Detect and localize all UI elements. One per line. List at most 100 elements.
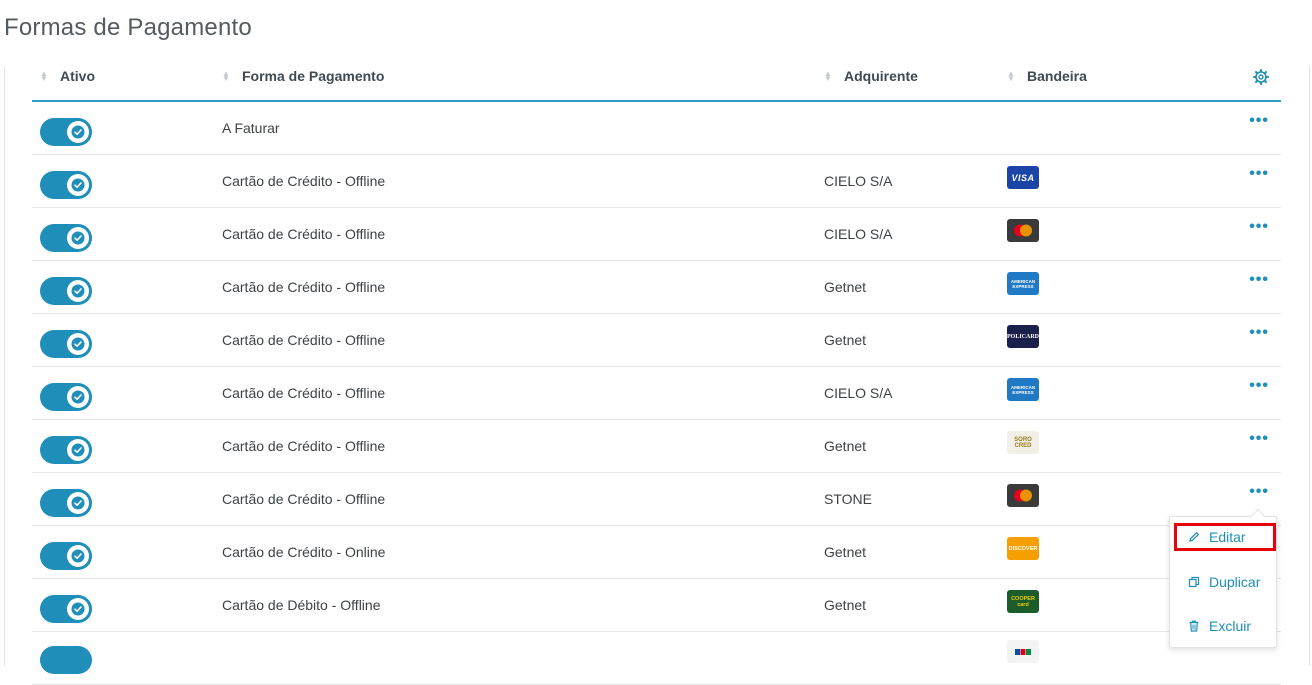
more-actions-icon[interactable]: ••• [1249, 272, 1269, 288]
check-icon [71, 390, 85, 404]
card-brand-logo: AMERICAN EXPRESS [1007, 272, 1039, 295]
header-bandeira[interactable]: ▲ ▼ Bandeira [1007, 68, 1087, 84]
toggle-knob [67, 386, 89, 408]
cell-forma-pagamento: Cartão de Crédito - Online [222, 544, 386, 560]
active-toggle[interactable] [40, 489, 92, 517]
cell-forma-pagamento: Cartão de Crédito - Offline [222, 279, 386, 295]
cell-adquirente: CIELO S/A [824, 226, 893, 242]
cell-forma-pagamento: Cartão de Crédito - Offline [222, 491, 386, 507]
menu-item-editar[interactable]: Editar [1174, 523, 1276, 551]
table-row: A Faturar ••• [32, 102, 1281, 155]
toggle-knob [67, 333, 89, 355]
cell-forma-pagamento: Cartão de Crédito - Offline [222, 438, 386, 454]
more-actions-icon[interactable]: ••• [1249, 219, 1269, 235]
toggle-knob [67, 227, 89, 249]
header-forma[interactable]: ▲ ▼ Forma de Pagamento [222, 68, 384, 84]
cell-adquirente: Getnet [824, 332, 867, 348]
row-actions-menu: Editar Duplicar Excluir [1169, 508, 1277, 648]
sort-icon: ▲ ▼ [1007, 69, 1015, 83]
copy-icon [1188, 576, 1200, 588]
sort-icon: ▲ ▼ [222, 69, 230, 83]
card-brand-logo: POLICARD [1007, 325, 1039, 348]
menu-item-label: Editar [1209, 529, 1246, 545]
table-row: Cartão de Crédito - Online Getnet DISCOVER… [32, 526, 1281, 579]
cell-adquirente: Getnet [824, 544, 867, 560]
card-brand-logo: COOPER card [1007, 590, 1039, 613]
more-actions-icon[interactable]: ••• [1249, 484, 1269, 500]
payment-methods-table: ▲ ▼ Ativo ▲ ▼ Forma de Pagamento ▲ ▼ Adquir… [32, 56, 1281, 685]
table-row: Cartão de Crédito - Offline CIELO S/A ••• [32, 208, 1281, 261]
check-icon [71, 549, 85, 563]
cell-forma-pagamento: A Faturar [222, 120, 280, 136]
header-ativo[interactable]: ▲ ▼ Ativo [40, 68, 95, 84]
card-brand-logo [1007, 484, 1039, 507]
cell-adquirente: CIELO S/A [824, 173, 893, 189]
active-toggle[interactable] [40, 118, 92, 146]
toggle-knob [67, 598, 89, 620]
header-adquirente[interactable]: ▲ ▼ Adquirente [824, 68, 918, 84]
menu-item-label: Excluir [1209, 618, 1252, 634]
more-actions-icon[interactable]: ••• [1249, 378, 1269, 394]
toggle-knob [67, 121, 89, 143]
more-actions-icon[interactable]: ••• [1249, 113, 1269, 129]
cell-forma-pagamento: Cartão de Crédito - Offline [222, 173, 386, 189]
cell-adquirente: Getnet [824, 597, 867, 613]
toggle-knob [67, 545, 89, 567]
more-actions-icon[interactable]: ••• [1249, 431, 1269, 447]
check-icon [71, 337, 85, 351]
card-brand-logo [1007, 219, 1039, 242]
active-toggle[interactable] [40, 383, 92, 411]
cell-forma-pagamento: Cartão de Débito - Offline [222, 597, 381, 613]
cell-adquirente: Getnet [824, 438, 867, 454]
toggle-knob [67, 280, 89, 302]
active-toggle[interactable] [40, 330, 92, 358]
card-brand-logo: VISA [1007, 166, 1039, 189]
table-row: Cartão de Crédito - Offline STONE ••• [32, 473, 1281, 526]
active-toggle[interactable] [40, 171, 92, 199]
cell-adquirente: Getnet [824, 279, 867, 295]
menu-item-duplicar[interactable]: Duplicar [1174, 569, 1274, 595]
more-actions-icon[interactable]: ••• [1249, 325, 1269, 341]
active-toggle[interactable] [40, 224, 92, 252]
active-toggle[interactable] [40, 436, 92, 464]
more-actions-icon[interactable]: ••• [1249, 166, 1269, 182]
card-brand-logo [1007, 640, 1039, 663]
menu-item-excluir[interactable]: Excluir [1174, 613, 1274, 639]
active-toggle[interactable] [40, 542, 92, 570]
check-icon [71, 178, 85, 192]
toggle-knob [67, 174, 89, 196]
table-header: ▲ ▼ Ativo ▲ ▼ Forma de Pagamento ▲ ▼ Adquir… [32, 56, 1281, 102]
check-icon [71, 231, 85, 245]
active-toggle[interactable] [40, 646, 92, 674]
table-row: Cartão de Débito - Offline Getnet COOPER ca… [32, 579, 1281, 632]
active-toggle[interactable] [40, 277, 92, 305]
card-brand-logo: DISCOVER [1007, 537, 1039, 560]
cell-adquirente: CIELO S/A [824, 385, 893, 401]
header-bandeira-label: Bandeira [1027, 68, 1087, 84]
table-row: Cartão de Crédito - Offline CIELO S/A VISA… [32, 155, 1281, 208]
table-row: Cartão de Crédito - Offline Getnet POLICAR… [32, 314, 1281, 367]
check-icon [71, 602, 85, 616]
gear-icon[interactable] [1253, 69, 1269, 85]
cell-forma-pagamento: Cartão de Crédito - Offline [222, 385, 386, 401]
card-brand-logo: AMERICAN EXPRESS [1007, 378, 1039, 401]
sort-icon: ▲ ▼ [824, 69, 832, 83]
cell-adquirente: STONE [824, 491, 872, 507]
card-brand-logo: SORO CRED [1007, 431, 1039, 454]
header-adquirente-label: Adquirente [844, 68, 918, 84]
header-forma-label: Forma de Pagamento [242, 68, 385, 84]
table-body: A Faturar ••• Cartão de Crédito - Offline C… [32, 102, 1281, 685]
trash-icon [1189, 620, 1199, 632]
table-row: Cartão de Crédito - Offline Getnet SORO CRE… [32, 420, 1281, 473]
header-ativo-label: Ativo [60, 68, 95, 84]
toggle-knob [67, 492, 89, 514]
table-row: Cartão de Crédito - Offline CIELO S/A AMER… [32, 367, 1281, 420]
check-icon [71, 496, 85, 510]
toggle-knob [67, 439, 89, 461]
active-toggle[interactable] [40, 595, 92, 623]
cell-forma-pagamento: Cartão de Crédito - Offline [222, 332, 386, 348]
table-row: Cartão de Crédito - Offline Getnet AMERICA… [32, 261, 1281, 314]
menu-item-label: Duplicar [1209, 574, 1261, 590]
cell-forma-pagamento: Cartão de Crédito - Offline [222, 226, 386, 242]
check-icon [71, 443, 85, 457]
